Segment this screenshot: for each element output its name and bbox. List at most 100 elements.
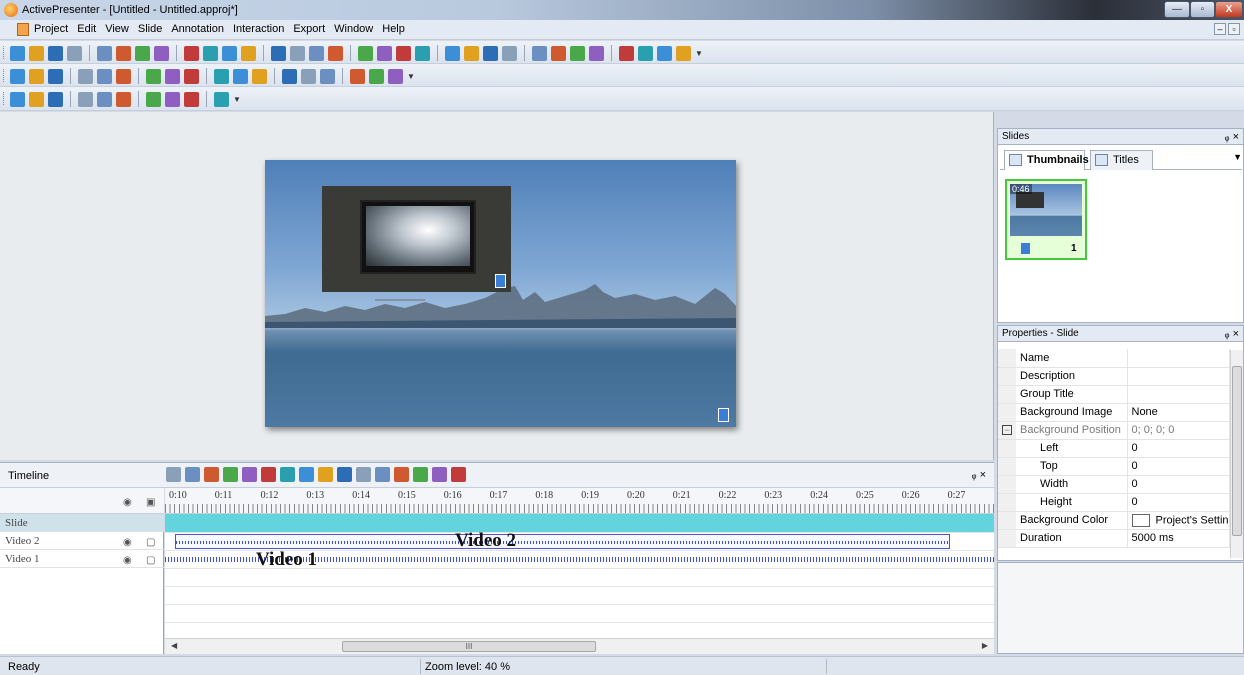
stop-icon[interactable] [242,467,257,482]
highlight-icon[interactable] [396,45,411,61]
same-width-icon[interactable] [184,68,199,84]
cut-icon[interactable] [356,467,371,482]
image-icon[interactable] [377,45,392,61]
track-video1[interactable]: Video 1 ◉ ▢ [0,550,164,568]
open-icon[interactable] [29,45,44,61]
settings-icon[interactable] [445,45,460,61]
clip-video2[interactable] [175,534,950,549]
record-icon[interactable] [222,45,237,61]
menu-slide[interactable]: Slide [138,23,162,35]
maximize-button[interactable]: ▫ [1190,1,1215,18]
property-row[interactable]: Group Title [998,385,1230,404]
menu-project[interactable]: Project [34,23,68,35]
gesture-icon[interactable] [502,45,517,61]
duplicate-slide-icon[interactable] [290,45,305,61]
settings-icon[interactable] [204,467,219,482]
record-icon[interactable] [261,467,276,482]
property-value[interactable]: 0 [1127,457,1230,476]
scroll-thumb[interactable] [1232,366,1242,536]
zoom-icon[interactable] [241,45,256,61]
property-row[interactable]: Left 0 [998,439,1230,458]
property-row[interactable]: Width 0 [998,475,1230,494]
redo-icon[interactable] [184,45,199,61]
group-icon[interactable] [233,68,248,84]
spotlight-icon[interactable] [638,45,653,61]
note-icon[interactable] [551,45,566,61]
menu-window[interactable]: Window [334,23,373,35]
timeline-tracks[interactable]: 0:10 0:11 0:12 0:13 0:14 0:15 0:16 0:17 0:18 0:19… [165,488,994,654]
undo-icon[interactable] [154,45,169,61]
property-row[interactable]: Name [998,349,1230,368]
menu-annotation[interactable]: Annotation [171,23,224,35]
track-video2[interactable]: Video 2 ◉ ▢ [0,532,164,550]
split-icon[interactable] [337,467,352,482]
scroll-right-icon[interactable]: ▶ [982,641,988,650]
align-left-icon[interactable] [10,68,25,84]
toolbar-options-icon[interactable]: ▼ [407,72,415,81]
slide-properties-icon[interactable] [10,91,25,107]
property-value[interactable]: 0; 0; 0; 0 [1127,421,1230,440]
toolbar-grip[interactable] [3,69,6,82]
property-row[interactable]: Height 0 [998,493,1230,512]
mdi-minimize-icon[interactable]: – [1214,23,1226,35]
send-backward-icon[interactable] [350,68,365,84]
same-height-icon[interactable] [214,68,229,84]
property-value[interactable]: None [1127,403,1230,422]
properties-icon[interactable] [388,68,403,84]
export-ppt-icon[interactable] [165,91,180,107]
cursor-icon[interactable] [657,45,672,61]
property-value[interactable]: 5000 ms [1127,529,1230,548]
find-icon[interactable] [203,45,218,61]
more-icon[interactable] [451,467,466,482]
pin-close-icon[interactable]: ᵩ × [1225,129,1239,145]
property-row[interactable]: Top 0 [998,457,1230,476]
arrange-icon[interactable] [369,68,384,84]
property-row[interactable]: Background Color Project's Settin [998,511,1230,530]
timeline-ruler[interactable]: 0:10 0:11 0:12 0:13 0:14 0:15 0:16 0:17 0:18 0:19… [165,488,994,514]
scroll-thumb[interactable]: III [342,641,596,652]
delete-icon[interactable] [135,45,150,61]
export-html-icon[interactable] [78,91,93,107]
scroll-left-icon[interactable]: ◀ [171,641,177,650]
help-icon[interactable] [415,45,430,61]
volume-icon[interactable] [432,467,447,482]
zoom-n-pan-icon[interactable] [619,45,634,61]
property-row[interactable]: − Background Position 0; 0; 0; 0 [998,421,1230,440]
play-icon[interactable] [223,467,238,482]
lock-icon[interactable]: ▢ [146,552,155,570]
distribute-v-icon[interactable] [165,68,180,84]
new-project-icon[interactable] [10,45,25,61]
timeline-view-icon[interactable] [166,467,181,482]
audio-icon[interactable] [589,45,604,61]
property-value[interactable] [1127,349,1230,368]
bring-forward-icon[interactable] [320,68,335,84]
minimize-button[interactable]: — [1164,1,1190,18]
property-row[interactable]: Background Image None [998,403,1230,422]
tab-titles[interactable]: Titles [1090,150,1153,170]
chevron-down-icon[interactable]: ▼ [1233,152,1242,162]
slide-canvas-area[interactable] [0,112,994,460]
export-video-icon[interactable] [29,91,44,107]
send-back-icon[interactable] [301,68,316,84]
track-slide[interactable]: Slide [0,514,164,532]
visibility-icon[interactable]: ◉ [123,494,132,512]
slide-thumbnail-1[interactable]: 0:46 1 [1005,179,1087,260]
collapse-icon[interactable]: − [1002,425,1012,435]
slide-duration-bar[interactable] [165,514,994,532]
menu-help[interactable]: Help [382,23,405,35]
overlay-video-video2[interactable] [322,186,511,292]
property-value[interactable] [1127,367,1230,386]
film-icon[interactable] [676,45,691,61]
menu-interaction[interactable]: Interaction [233,23,284,35]
export-word-icon[interactable] [116,91,131,107]
visibility-icon[interactable]: ◉ [123,552,132,570]
closed-caption-icon[interactable] [483,45,498,61]
export-excel-icon[interactable] [146,91,161,107]
menu-edit[interactable]: Edit [77,23,96,35]
toolbar-grip[interactable] [3,92,6,105]
zoom-fit-icon[interactable] [318,467,333,482]
menu-view[interactable]: View [105,23,129,35]
distribute-h-icon[interactable] [146,68,161,84]
property-value[interactable]: 0 [1127,493,1230,512]
zoom-out-icon[interactable] [280,467,295,482]
